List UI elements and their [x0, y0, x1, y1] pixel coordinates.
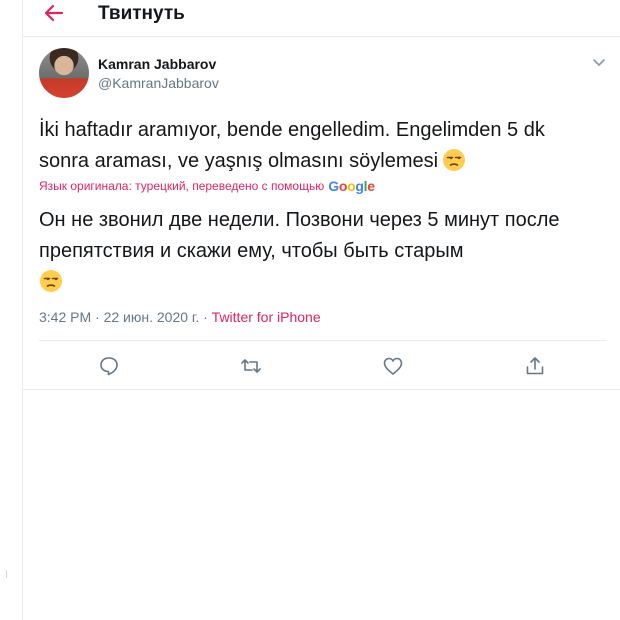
page-title: Твитнуть	[98, 3, 185, 24]
back-button[interactable]	[43, 2, 65, 24]
tweet-date[interactable]: 22 июн. 2020 г.	[104, 309, 200, 325]
edge-mark	[6, 570, 7, 578]
tweet-text: İki haftadır aramıyor, bende engelledim.…	[39, 115, 599, 177]
translation-notice: Язык оригинала: турецкий, переведено с п…	[39, 178, 375, 194]
google-logo: Google	[328, 178, 375, 194]
share-button[interactable]	[524, 355, 546, 377]
unamused-face-icon	[40, 270, 62, 292]
translation-label: Язык оригинала: турецкий, переведено с п…	[39, 179, 325, 193]
like-icon	[383, 357, 403, 375]
more-options-button[interactable]	[589, 52, 609, 72]
unamused-face-icon	[443, 149, 466, 171]
retweet-button[interactable]	[240, 355, 262, 377]
author-handle[interactable]: @KamranJabbarov	[98, 74, 219, 92]
retweet-icon	[241, 359, 261, 373]
divider	[23, 389, 620, 390]
chevron-down-icon	[593, 59, 605, 66]
translated-text-content: Он не звонил две недели. Позвони через 5…	[39, 209, 560, 262]
reply-icon	[100, 357, 118, 376]
tweet-time[interactable]: 3:42 PM	[39, 309, 91, 325]
avatar[interactable]	[39, 48, 89, 98]
share-icon	[526, 357, 544, 375]
translated-text: Он не звонил две недели. Позвони через 5…	[39, 205, 609, 298]
page-header: Твитнуть	[23, 0, 620, 37]
tweet-text-content: İki haftadır aramıyor, bende engelledim.…	[39, 119, 545, 172]
arrow-left-icon	[44, 4, 64, 22]
tweet-metadata: 3:42 PM · 22 июн. 2020 г. · Twitter for …	[39, 308, 321, 326]
reply-button[interactable]	[98, 355, 120, 377]
tweet-actions	[23, 341, 620, 389]
author-name[interactable]: Kamran Jabbarov	[98, 55, 216, 73]
meta-separator: ·	[203, 309, 208, 325]
meta-separator: ·	[95, 309, 100, 325]
like-button[interactable]	[382, 355, 404, 377]
tweet-source-link[interactable]: Twitter for iPhone	[212, 309, 321, 325]
tweet-column: Твитнуть Kamran Jabbarov @KamranJabbarov…	[22, 0, 620, 620]
